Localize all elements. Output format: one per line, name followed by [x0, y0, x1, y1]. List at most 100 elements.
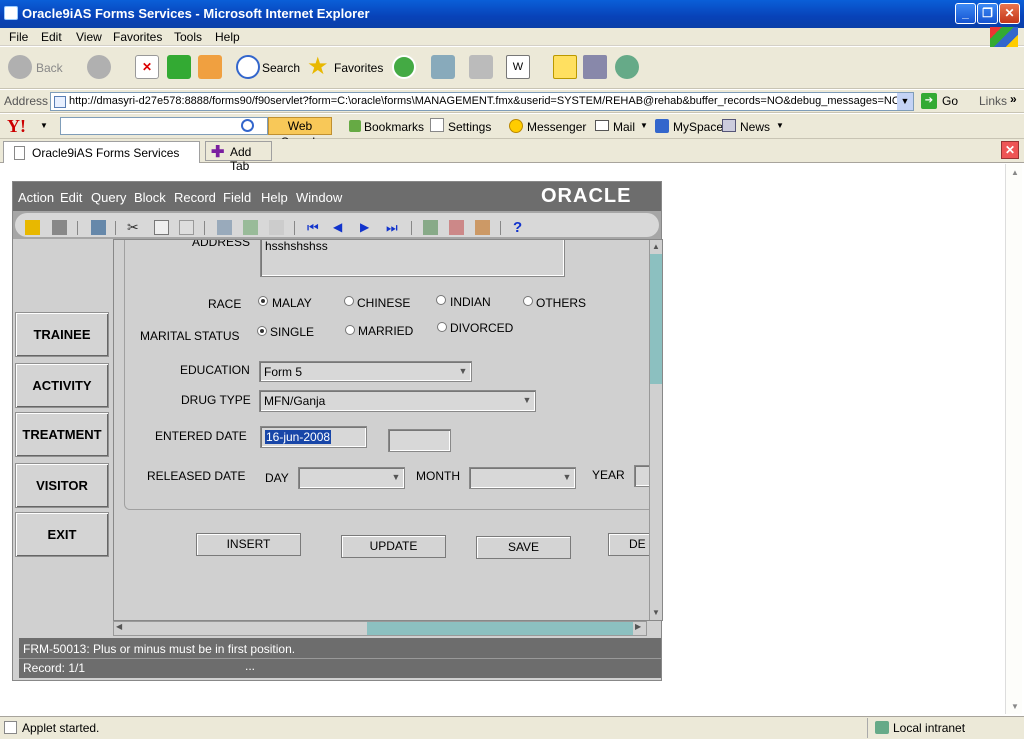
research-icon[interactable] — [583, 55, 607, 79]
menu-file[interactable]: File — [9, 30, 28, 44]
go-arrow-icon[interactable]: ➔ — [921, 93, 937, 109]
messenger-menu[interactable]: Messenger — [527, 120, 586, 134]
stop-icon[interactable]: ✕ — [135, 55, 159, 79]
mail-menu[interactable]: Mail — [613, 120, 635, 134]
back-label[interactable]: Back — [36, 61, 63, 75]
window-title-bar[interactable]: Oracle9iAS Forms Services - Microsoft In… — [0, 0, 1024, 28]
copy-icon[interactable] — [154, 220, 169, 235]
visitor-button[interactable]: VISITOR — [15, 463, 109, 508]
race-indian-radio[interactable] — [436, 295, 446, 305]
tab-oracle-forms[interactable]: Oracle9iAS Forms Services — [3, 141, 200, 163]
yahoo-logo-icon[interactable]: Y! — [7, 116, 26, 137]
update-button[interactable]: UPDATE — [341, 535, 446, 558]
race-malay-label[interactable]: MALAY — [272, 296, 312, 310]
yahoo-menu-chevron-icon[interactable]: ▼ — [40, 121, 48, 130]
save-button[interactable]: SAVE — [476, 536, 571, 559]
drug-type-select[interactable]: MFN/Ganja ▼ — [259, 390, 536, 412]
web-search-button[interactable]: Web Search — [268, 117, 332, 149]
marital-married-radio[interactable] — [345, 325, 355, 335]
scroll-thumb[interactable] — [367, 622, 633, 635]
links-label[interactable]: Links — [979, 94, 1007, 108]
cancel-query-icon[interactable] — [269, 220, 284, 235]
race-malay-radio[interactable] — [258, 296, 268, 306]
mail-icon[interactable] — [431, 55, 455, 79]
messenger-icon[interactable] — [615, 55, 639, 79]
race-indian-label[interactable]: INDIAN — [450, 295, 491, 309]
marital-single-label[interactable]: SINGLE — [270, 325, 314, 339]
race-others-label[interactable]: OTHERS — [536, 296, 586, 310]
month-select[interactable]: ▼ — [469, 467, 576, 489]
enter-query-icon[interactable] — [217, 220, 232, 235]
delete-record-icon[interactable] — [449, 220, 464, 235]
applet-menu-query[interactable]: Query — [91, 190, 126, 205]
back-arrow-icon[interactable] — [8, 55, 32, 79]
search-icon[interactable] — [236, 55, 260, 79]
marital-divorced-radio[interactable] — [437, 322, 447, 332]
print-icon[interactable] — [52, 220, 67, 235]
search-label[interactable]: Search — [262, 61, 300, 75]
insert-button[interactable]: INSERT — [196, 533, 301, 556]
menu-view[interactable]: View — [76, 30, 102, 44]
forward-arrow-icon[interactable] — [87, 55, 111, 79]
chevron-down-icon[interactable]: ▼ — [640, 121, 648, 130]
last-record-icon[interactable]: ⏭ — [386, 220, 401, 235]
chevron-down-icon[interactable]: ▼ — [457, 364, 469, 379]
chevron-down-icon[interactable]: ▼ — [561, 470, 573, 485]
note-icon[interactable] — [553, 55, 577, 79]
marital-married-label[interactable]: MARRIED — [358, 324, 413, 338]
paste-icon[interactable] — [179, 220, 194, 235]
scroll-thumb[interactable] — [650, 254, 662, 384]
applet-menu-block[interactable]: Block — [134, 190, 166, 205]
address-dropdown-icon[interactable]: ▼ — [897, 93, 913, 110]
maximize-button[interactable]: ❐ — [977, 3, 998, 24]
save-icon[interactable] — [25, 220, 40, 235]
cut-icon[interactable]: ✂ — [127, 220, 142, 235]
chevron-down-icon[interactable]: ▼ — [390, 470, 402, 485]
next-record-icon[interactable]: ▶ — [360, 220, 375, 235]
canvas-vscrollbar[interactable]: ▲ ▼ — [649, 240, 662, 620]
treatment-button[interactable]: TREATMENT — [15, 412, 109, 457]
settings-checkbox-icon[interactable] — [430, 118, 444, 132]
favorites-star-icon[interactable]: ★ — [307, 55, 331, 79]
activity-button[interactable]: ACTIVITY — [15, 363, 109, 408]
exit-button[interactable]: EXIT — [15, 512, 109, 557]
canvas-hscrollbar[interactable]: ◀ ▶ — [113, 621, 647, 636]
marital-single-radio[interactable] — [257, 326, 267, 336]
address-field[interactable]: hsshshshss — [260, 240, 565, 277]
execute-query-icon[interactable] — [243, 220, 258, 235]
scroll-right-icon[interactable]: ▶ — [635, 622, 641, 631]
home-icon[interactable] — [198, 55, 222, 79]
applet-menu-help[interactable]: Help — [261, 190, 288, 205]
yahoo-search-input[interactable] — [60, 117, 268, 135]
menu-help[interactable]: Help — [215, 30, 240, 44]
address-input[interactable]: http://dmasyri-d27e578:8888/forms90/f90s… — [50, 92, 914, 111]
menu-favorites[interactable]: Favorites — [113, 30, 162, 44]
page-scrollbar[interactable]: ▲ ▼ — [1005, 164, 1022, 714]
applet-menu-field[interactable]: Field — [223, 190, 251, 205]
scroll-down-icon[interactable]: ▼ — [652, 608, 660, 617]
lock-record-icon[interactable] — [475, 220, 490, 235]
trainee-button[interactable]: TRAINEE — [15, 312, 109, 357]
applet-menu-window[interactable]: Window — [296, 190, 342, 205]
race-others-radio[interactable] — [523, 296, 533, 306]
first-record-icon[interactable]: ⏮ — [307, 220, 322, 235]
applet-menu-edit[interactable]: Edit — [60, 190, 82, 205]
education-select[interactable]: Form 5 ▼ — [259, 361, 472, 382]
settings-menu[interactable]: Settings — [448, 120, 491, 134]
add-tab-button[interactable]: ✚ Add Tab — [205, 141, 272, 173]
race-chinese-radio[interactable] — [344, 296, 354, 306]
entered-time-field[interactable] — [388, 429, 451, 452]
scroll-down-icon[interactable]: ▼ — [1011, 702, 1019, 711]
entered-date-field[interactable]: 16-jun-2008 — [260, 426, 367, 448]
myspace-link[interactable]: MySpace — [673, 120, 723, 134]
favorites-label[interactable]: Favorites — [334, 61, 383, 75]
menu-edit[interactable]: Edit — [41, 30, 62, 44]
news-menu[interactable]: News — [740, 120, 770, 134]
menu-tools[interactable]: Tools — [174, 30, 202, 44]
help-icon[interactable]: ? — [513, 220, 528, 235]
magnifier-icon[interactable] — [241, 119, 254, 132]
chevron-right-icon[interactable]: » — [1010, 92, 1017, 106]
word-edit-icon[interactable]: W — [506, 55, 530, 79]
applet-menu-action[interactable]: Action — [18, 190, 54, 205]
history-icon[interactable] — [392, 55, 416, 79]
